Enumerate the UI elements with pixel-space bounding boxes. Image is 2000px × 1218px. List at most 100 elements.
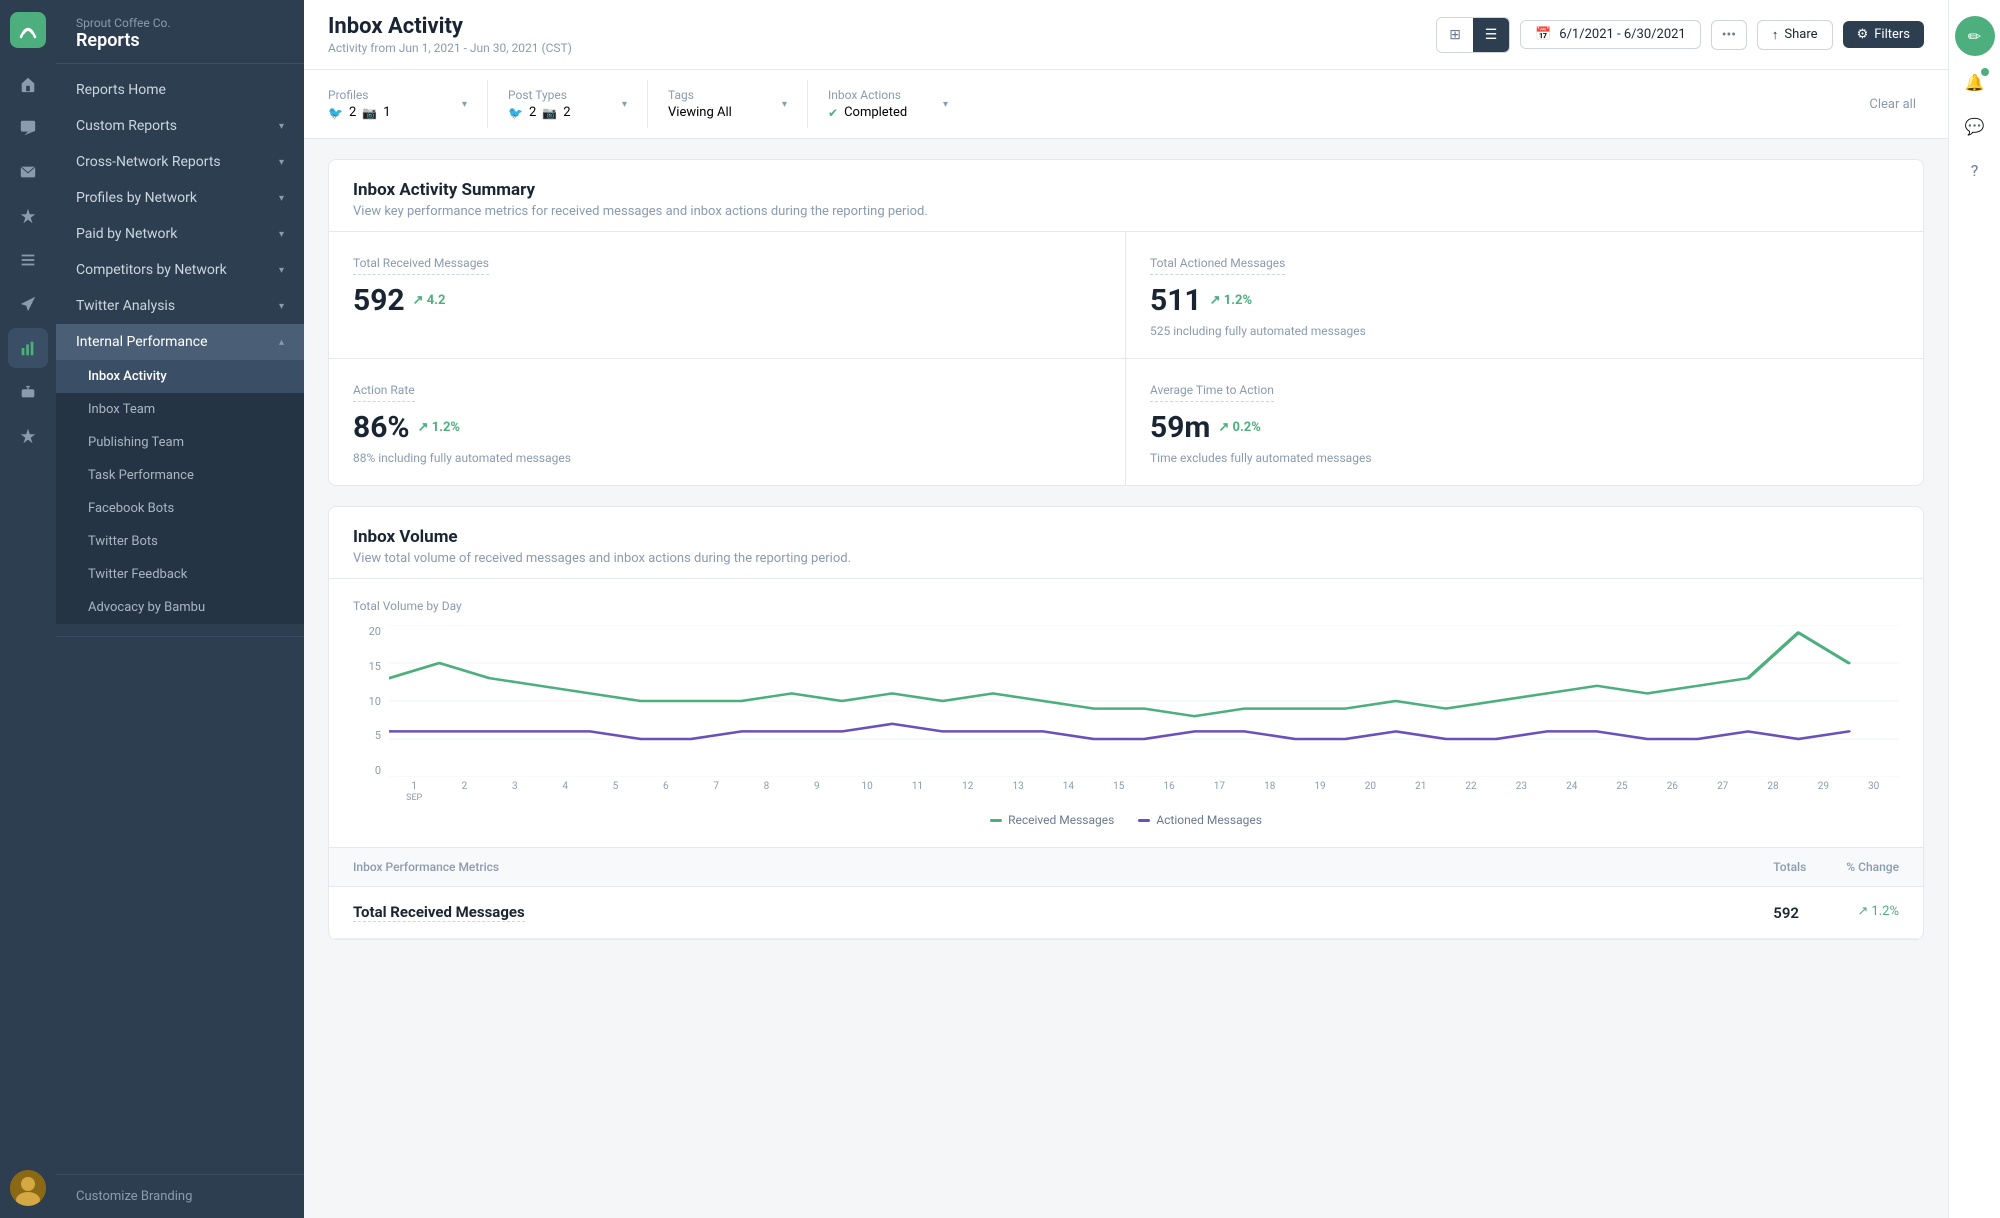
sidebar-item-paid-network[interactable]: Paid by Network ▾ xyxy=(56,216,304,252)
table-header-row: Inbox Performance Metrics Totals % Chang… xyxy=(329,848,1923,887)
sub-item-twitter-feedback[interactable]: Twitter Feedback xyxy=(56,558,304,591)
metric-value: 59m ↗ 0.2% xyxy=(1150,410,1899,445)
share-button[interactable]: ↑ Share xyxy=(1757,20,1833,50)
user-avatar[interactable] xyxy=(10,1170,46,1206)
inbox-actions-filter[interactable]: Inbox Actions ✔ Completed ▾ xyxy=(808,80,968,128)
sub-item-inbox-team[interactable]: Inbox Team xyxy=(56,393,304,426)
x-label: 30 xyxy=(1849,781,1899,792)
chevron-down-icon: ▾ xyxy=(279,121,284,132)
sidebar-item-internal-performance[interactable]: Internal Performance ▴ xyxy=(56,324,304,360)
compose-button[interactable]: ✏ xyxy=(1955,16,1995,56)
company-name: Sprout Coffee Co. xyxy=(76,16,284,30)
row-total: 592 xyxy=(1739,904,1799,922)
nav-icon-home[interactable] xyxy=(8,64,48,104)
x-label: 22 xyxy=(1446,781,1496,792)
y-label: 0 xyxy=(353,764,381,777)
tags-filter[interactable]: Tags Viewing All ▾ xyxy=(648,80,808,128)
sub-item-inbox-activity[interactable]: Inbox Activity xyxy=(56,360,304,393)
sidebar-item-reports-home[interactable]: Reports Home xyxy=(56,72,304,108)
notification-badge xyxy=(1981,68,1989,76)
sidebar-item-label: Profiles by Network xyxy=(76,190,197,206)
sub-item-task-performance[interactable]: Task Performance xyxy=(56,459,304,492)
filter-icon: ⚙ xyxy=(1857,27,1869,42)
summary-card-desc: View key performance metrics for receive… xyxy=(353,204,1899,219)
metric-number: 86% xyxy=(353,410,410,445)
tags-value: Viewing All xyxy=(668,105,732,120)
date-range-label: 6/1/2021 - 6/30/2021 xyxy=(1559,27,1685,42)
sub-item-twitter-bots[interactable]: Twitter Bots xyxy=(56,525,304,558)
x-label: 2 xyxy=(439,781,489,792)
nav-icon-reports[interactable] xyxy=(8,328,48,368)
performance-table: Inbox Performance Metrics Totals % Chang… xyxy=(329,847,1923,939)
instagram-icon: 📷 xyxy=(362,106,377,120)
volume-card: Inbox Volume View total volume of receiv… xyxy=(328,506,1924,940)
share-icon: ↑ xyxy=(1772,27,1779,43)
grid-view-button[interactable]: ⊞ xyxy=(1437,18,1473,52)
nav-icon-pin[interactable] xyxy=(8,196,48,236)
sidebar-item-custom-reports[interactable]: Custom Reports ▾ xyxy=(56,108,304,144)
sub-item-facebook-bots[interactable]: Facebook Bots xyxy=(56,492,304,525)
metric-sub: 88% including fully automated messages xyxy=(353,451,1101,465)
summary-card: Inbox Activity Summary View key performa… xyxy=(328,159,1924,486)
x-label: 11 xyxy=(892,781,942,792)
profiles-filter-value: 🐦 2 📷 1 xyxy=(328,105,456,120)
x-label: 14 xyxy=(1043,781,1093,792)
x-label: 28 xyxy=(1748,781,1798,792)
legend-label-received: Received Messages xyxy=(1008,813,1114,827)
post-types-twitter-count: 2 xyxy=(529,105,536,120)
x-label: 27 xyxy=(1698,781,1748,792)
post-types-filter[interactable]: Post Types 🐦 2 📷 2 ▾ xyxy=(488,80,648,128)
chevron-down-icon: ▾ xyxy=(279,265,284,276)
sub-item-advocacy[interactable]: Advocacy by Bambu xyxy=(56,591,304,624)
y-label: 10 xyxy=(353,695,381,708)
nav-icon-star[interactable] xyxy=(8,416,48,456)
sidebar-item-competitors[interactable]: Competitors by Network ▾ xyxy=(56,252,304,288)
row-label: Total Received Messages xyxy=(353,903,525,922)
page-header: Inbox Activity Activity from Jun 1, 2021… xyxy=(328,14,572,55)
summary-card-header: Inbox Activity Summary View key performa… xyxy=(329,160,1923,232)
volume-card-title: Inbox Volume xyxy=(353,527,1899,547)
filters-button[interactable]: ⚙ Filters xyxy=(1843,21,1924,48)
row-change: ↗ 1.2% xyxy=(1839,904,1899,922)
app-logo[interactable] xyxy=(10,12,46,48)
sidebar-item-label: Competitors by Network xyxy=(76,262,227,278)
x-label: 21 xyxy=(1396,781,1446,792)
table-row: Total Received Messages 592 ↗ 1.2% xyxy=(329,887,1923,939)
sidebar-item-label: Cross-Network Reports xyxy=(76,154,221,170)
more-options-button[interactable]: ••• xyxy=(1711,20,1747,50)
date-range-button[interactable]: 📅 6/1/2021 - 6/30/2021 xyxy=(1520,20,1701,49)
table-header-metrics: Inbox Performance Metrics xyxy=(353,860,499,874)
metric-number: 592 xyxy=(353,283,405,318)
table-header-totals: Totals xyxy=(1773,860,1806,874)
sidebar-item-profiles-network[interactable]: Profiles by Network ▾ xyxy=(56,180,304,216)
metric-label: Average Time to Action xyxy=(1150,383,1274,402)
metric-number: 511 xyxy=(1150,283,1202,318)
nav-icon-list[interactable] xyxy=(8,240,48,280)
help-icon[interactable]: ? xyxy=(1957,152,1993,188)
chevron-down-icon: ▾ xyxy=(622,99,627,110)
chart-x-labels: 1SEP 2 3 4 5 6 7 8 9 10 11 12 13 14 xyxy=(389,777,1899,805)
x-label: 16 xyxy=(1144,781,1194,792)
chevron-down-icon: ▾ xyxy=(943,99,948,110)
nav-icon-send[interactable] xyxy=(8,284,48,324)
inbox-actions-filter-value: ✔ Completed xyxy=(828,105,937,120)
sidebar-item-twitter-analysis[interactable]: Twitter Analysis ▾ xyxy=(56,288,304,324)
clear-all-button[interactable]: Clear all xyxy=(1861,89,1924,120)
instagram-icon: 📷 xyxy=(542,106,557,120)
metric-trend: ↗ 1.2% xyxy=(1210,293,1252,308)
x-label: 3 xyxy=(490,781,540,792)
notifications-icon[interactable]: 🔔 xyxy=(1957,64,1993,100)
filters-label: Filters xyxy=(1874,27,1910,42)
sub-item-publishing-team[interactable]: Publishing Team xyxy=(56,426,304,459)
metric-trend: ↗ 0.2% xyxy=(1218,420,1260,435)
chat-icon[interactable]: 💬 xyxy=(1957,108,1993,144)
list-view-button[interactable]: ☰ xyxy=(1473,18,1509,52)
customize-branding[interactable]: Customize Branding xyxy=(56,1174,304,1218)
chevron-down-icon: ▾ xyxy=(462,99,467,110)
profiles-filter[interactable]: Profiles 🐦 2 📷 1 ▾ xyxy=(328,80,488,128)
twitter-icon: 🐦 xyxy=(508,106,523,120)
nav-icon-compose[interactable] xyxy=(8,108,48,148)
sidebar-item-cross-network[interactable]: Cross-Network Reports ▾ xyxy=(56,144,304,180)
nav-icon-bot[interactable] xyxy=(8,372,48,412)
nav-icon-inbox[interactable] xyxy=(8,152,48,192)
